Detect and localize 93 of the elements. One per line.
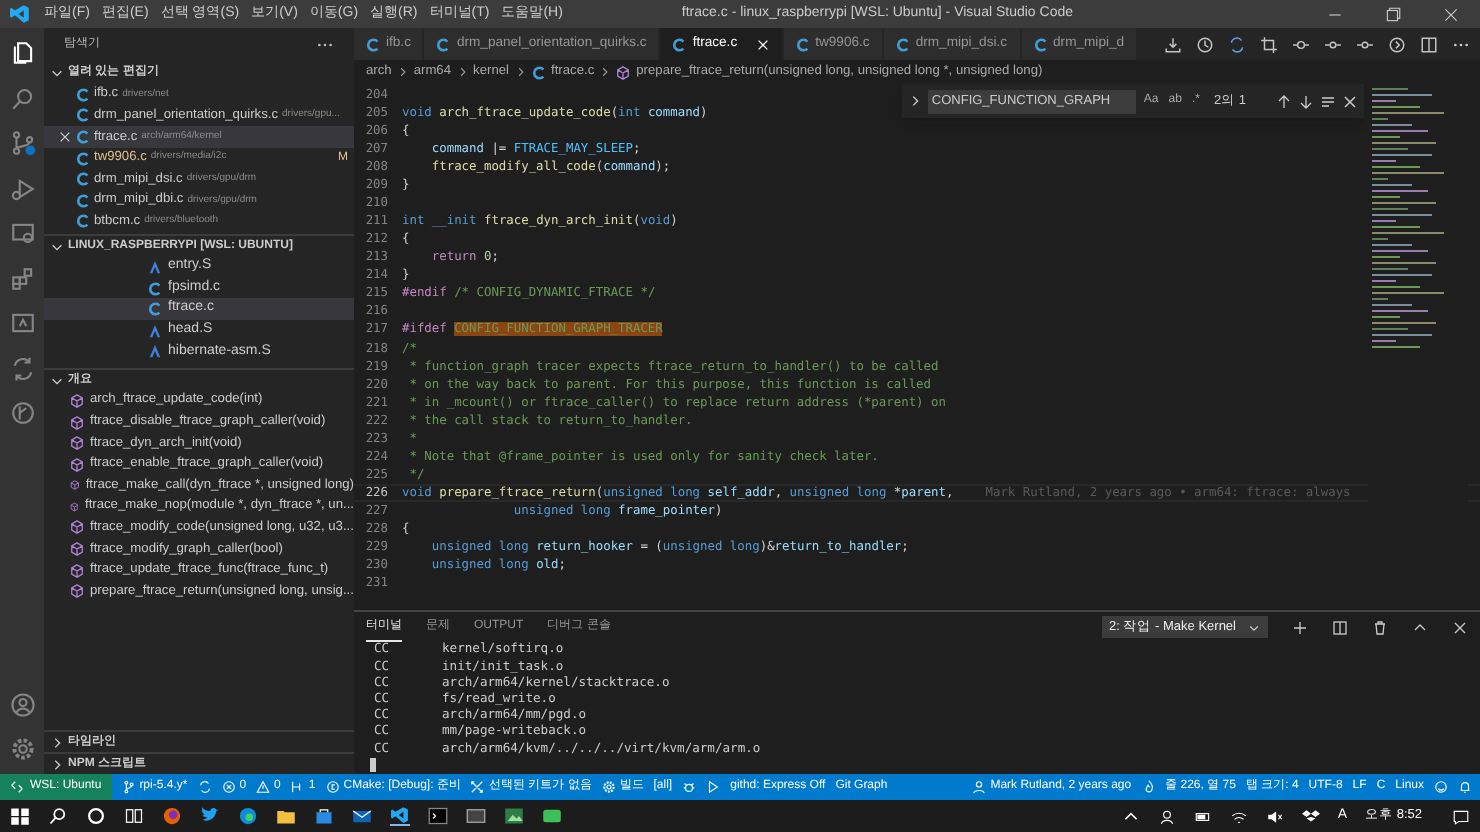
c-file-icon bbox=[1033, 37, 1048, 51]
chevron-up-icon[interactable] bbox=[1121, 807, 1140, 825]
cube-icon bbox=[70, 393, 84, 408]
cube-icon bbox=[70, 457, 84, 472]
cube-icon bbox=[70, 478, 80, 493]
warning-icon bbox=[256, 780, 271, 794]
image-icon[interactable] bbox=[504, 806, 524, 826]
compare-icon[interactable] bbox=[1228, 35, 1246, 53]
download-icon[interactable] bbox=[1164, 35, 1182, 53]
people-icon[interactable] bbox=[1157, 807, 1176, 825]
close-icon[interactable] bbox=[1342, 93, 1358, 109]
sync-icon[interactable] bbox=[9, 355, 35, 381]
search-icon[interactable] bbox=[48, 806, 68, 826]
add-icon[interactable] bbox=[1292, 619, 1308, 635]
history-icon[interactable] bbox=[1196, 35, 1214, 53]
close-icon[interactable] bbox=[58, 129, 72, 144]
split-editor-icon[interactable] bbox=[1420, 35, 1438, 53]
chevron-up-icon[interactable] bbox=[1412, 619, 1428, 635]
chevron-down-icon bbox=[1248, 621, 1260, 633]
cube-icon bbox=[616, 65, 631, 79]
cube-icon bbox=[70, 542, 84, 557]
trash-icon[interactable] bbox=[1372, 619, 1388, 635]
cube-icon bbox=[70, 520, 84, 535]
tools-icon bbox=[470, 780, 485, 794]
error-icon bbox=[221, 780, 236, 794]
crop-icon[interactable] bbox=[1260, 35, 1278, 53]
terminal-cursor bbox=[370, 758, 376, 773]
cube-icon bbox=[70, 415, 84, 430]
folder-icon[interactable] bbox=[276, 806, 296, 826]
close-icon[interactable] bbox=[1452, 619, 1468, 635]
notification-icon[interactable] bbox=[1452, 807, 1470, 825]
graph-icon[interactable] bbox=[9, 400, 35, 426]
restore-icon[interactable] bbox=[1384, 5, 1402, 23]
arrow-up-icon[interactable] bbox=[1276, 93, 1292, 109]
circle-icon[interactable] bbox=[86, 806, 106, 826]
chevron-right-icon bbox=[515, 66, 525, 78]
c-file-icon bbox=[672, 37, 687, 51]
arrow-down-icon[interactable] bbox=[1298, 93, 1314, 109]
cmake-icon bbox=[325, 780, 340, 794]
vscode-logo-icon bbox=[10, 4, 30, 24]
c-file-icon bbox=[366, 37, 380, 51]
split-icon[interactable] bbox=[1332, 619, 1348, 635]
files-icon[interactable] bbox=[9, 40, 35, 66]
chat-icon[interactable] bbox=[542, 806, 562, 826]
cube-icon bbox=[70, 499, 79, 514]
account-icon[interactable] bbox=[9, 691, 35, 717]
browser-icon[interactable] bbox=[238, 806, 258, 826]
chevron-right-icon[interactable] bbox=[907, 94, 922, 108]
arrow-circle-icon[interactable] bbox=[1388, 35, 1406, 53]
settings-icon[interactable] bbox=[9, 736, 35, 762]
run-debug-icon[interactable] bbox=[9, 175, 35, 201]
window-icon[interactable] bbox=[466, 806, 486, 826]
vscode-icon[interactable] bbox=[390, 806, 410, 826]
c-file-icon bbox=[531, 65, 545, 79]
panel-icon[interactable] bbox=[9, 310, 35, 336]
branch-icon bbox=[121, 780, 136, 794]
battery-icon[interactable] bbox=[1193, 807, 1212, 825]
bell-icon[interactable] bbox=[1458, 780, 1472, 794]
chevron-down-icon bbox=[50, 239, 64, 254]
windows-start-icon[interactable] bbox=[10, 806, 30, 826]
close-icon[interactable] bbox=[1442, 5, 1460, 23]
asm-file-icon bbox=[148, 259, 162, 274]
browser-icon[interactable] bbox=[162, 806, 182, 826]
chevron-down-icon bbox=[50, 373, 64, 388]
gear-icon bbox=[601, 780, 616, 794]
cube-icon bbox=[70, 563, 84, 578]
bug-icon[interactable] bbox=[682, 780, 697, 794]
flame-icon[interactable] bbox=[1141, 780, 1156, 794]
chevron-down-icon bbox=[50, 66, 64, 80]
monitor-icon[interactable] bbox=[9, 220, 35, 246]
smiley-icon[interactable] bbox=[1434, 780, 1448, 794]
play-icon[interactable] bbox=[706, 780, 721, 794]
mail-icon[interactable] bbox=[352, 806, 372, 826]
cube-icon bbox=[70, 436, 84, 451]
cube-icon bbox=[70, 584, 84, 599]
bird-icon[interactable] bbox=[200, 806, 220, 826]
store-icon[interactable] bbox=[314, 806, 334, 826]
volume-icon[interactable] bbox=[1265, 807, 1284, 825]
wifi-icon[interactable] bbox=[1229, 807, 1248, 825]
chevron-right-icon bbox=[457, 66, 468, 78]
terminal-icon[interactable] bbox=[428, 806, 448, 826]
source-control-icon[interactable] bbox=[9, 130, 35, 156]
dropbox-icon[interactable] bbox=[1301, 807, 1320, 825]
c-file-icon bbox=[895, 37, 910, 51]
commit-icon[interactable] bbox=[1292, 35, 1310, 53]
c-file-icon bbox=[795, 37, 810, 51]
chevron-right-icon bbox=[397, 66, 408, 78]
task-view-icon[interactable] bbox=[124, 806, 144, 826]
chevron-right-icon bbox=[600, 66, 611, 78]
extensions-icon[interactable] bbox=[9, 265, 35, 291]
c-file-icon bbox=[436, 37, 451, 51]
selection-icon[interactable] bbox=[1320, 93, 1336, 109]
remote-icon bbox=[10, 780, 24, 794]
